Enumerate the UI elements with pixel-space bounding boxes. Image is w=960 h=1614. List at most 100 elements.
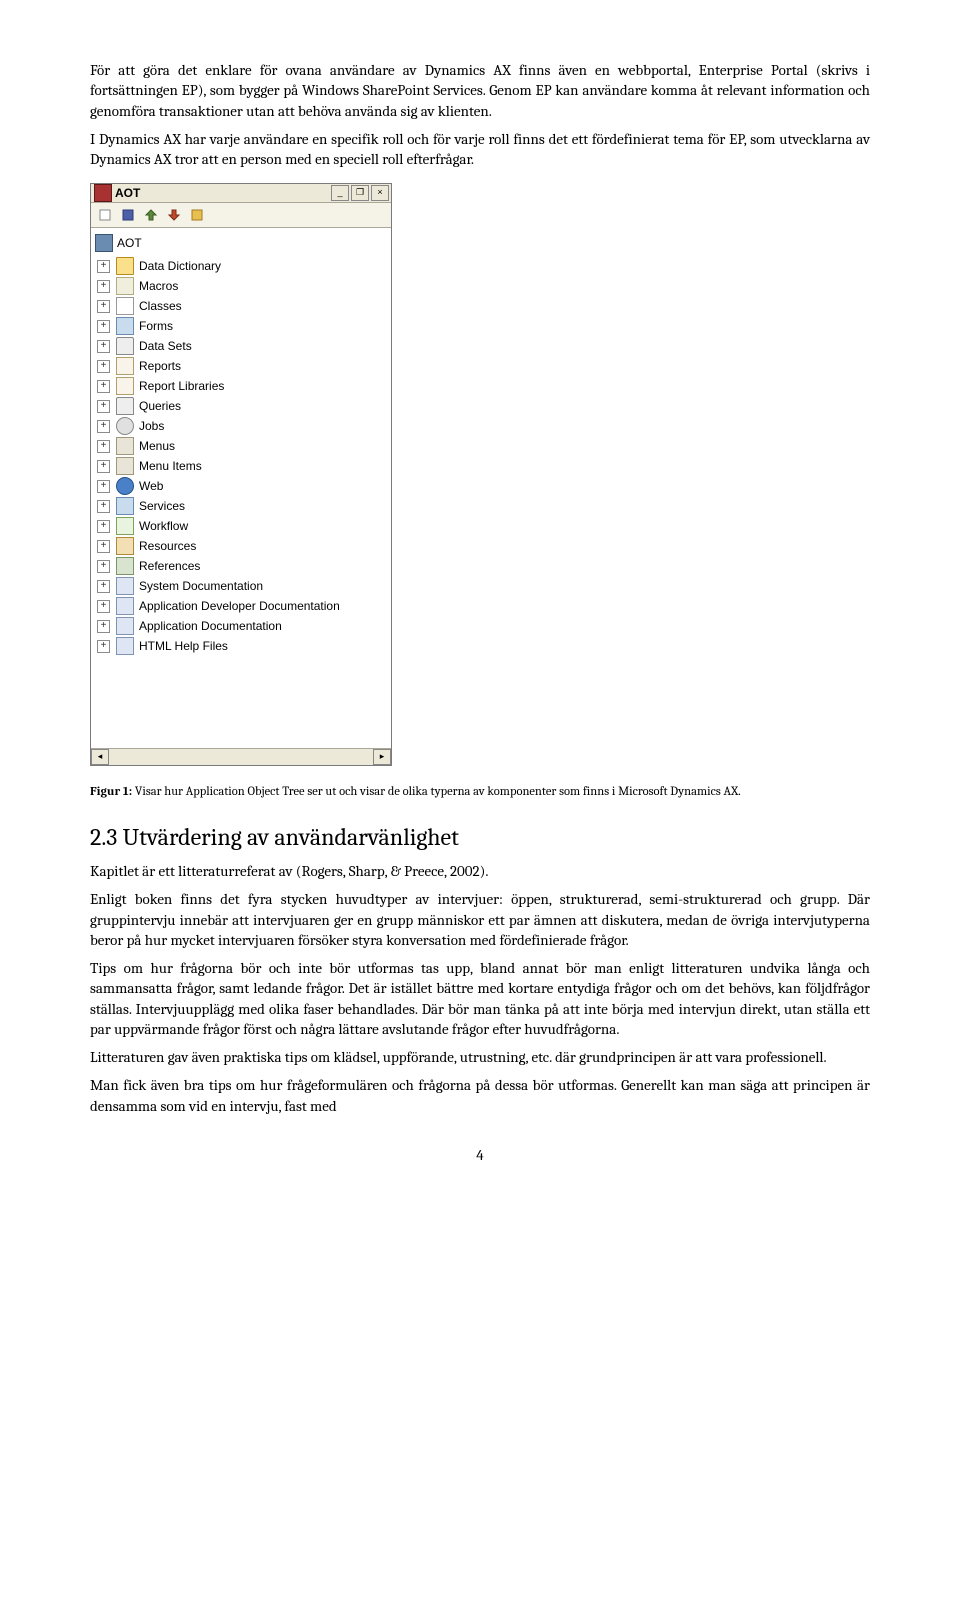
toolbar-import-icon[interactable] <box>141 206 161 224</box>
menu-icon <box>116 457 134 475</box>
horizontal-scrollbar[interactable]: ◂ ▸ <box>91 748 391 765</box>
section-heading: 2.3 Utvärdering av användarvänlighet <box>90 823 870 851</box>
paragraph-4: Enligt boken finns det fyra stycken huvu… <box>90 889 870 950</box>
expand-icon[interactable]: + <box>97 380 110 393</box>
folder-icon <box>116 257 134 275</box>
menu-icon <box>116 437 134 455</box>
figure-caption: Figur 1: Visar hur Application Object Tr… <box>90 784 870 801</box>
tree-root-label: AOT <box>117 236 142 250</box>
toolbar-export-icon[interactable] <box>164 206 184 224</box>
tree-node[interactable]: + References <box>95 556 387 576</box>
expand-icon[interactable]: + <box>97 640 110 653</box>
people-icon <box>116 537 134 555</box>
tree-node-label: Application Developer Documentation <box>139 599 340 613</box>
tree-node[interactable]: + Report Libraries <box>95 376 387 396</box>
tree-node[interactable]: + Forms <box>95 316 387 336</box>
scroll-left-button[interactable]: ◂ <box>91 749 109 765</box>
toolbar-compile-icon[interactable] <box>187 206 207 224</box>
tree-node-label: Report Libraries <box>139 379 224 393</box>
expand-icon[interactable]: + <box>97 460 110 473</box>
db-icon <box>116 337 134 355</box>
tree-node-label: Macros <box>139 279 178 293</box>
tree-node-label: Web <box>139 479 163 493</box>
tree-node[interactable]: + Macros <box>95 276 387 296</box>
restore-button[interactable]: ❐ <box>351 185 369 201</box>
ref-icon <box>116 557 134 575</box>
paragraph-6: Litteraturen gav även praktiska tips om … <box>90 1047 870 1067</box>
tree-node[interactable]: + Application Developer Documentation <box>95 596 387 616</box>
tree-node-label: Reports <box>139 359 181 373</box>
aot-app-icon <box>94 184 112 202</box>
caption-text: Visar hur Application Object Tree ser ut… <box>132 785 741 799</box>
tree-node-label: Jobs <box>139 419 164 433</box>
expand-icon[interactable]: + <box>97 300 110 313</box>
expand-icon[interactable]: + <box>97 360 110 373</box>
expand-icon[interactable]: + <box>97 260 110 273</box>
paragraph-intro-2: I Dynamics AX har varje användare en spe… <box>90 129 870 170</box>
help-icon <box>116 577 134 595</box>
expand-icon[interactable]: + <box>97 560 110 573</box>
tree-node[interactable]: + Web <box>95 476 387 496</box>
expand-icon[interactable]: + <box>97 420 110 433</box>
tree-node[interactable]: + Application Documentation <box>95 616 387 636</box>
close-button[interactable]: × <box>371 185 389 201</box>
tree-node-label: References <box>139 559 200 573</box>
document-page: För att göra det enklare för ovana använ… <box>0 0 960 1204</box>
form-icon <box>116 317 134 335</box>
tree-node-label: Application Documentation <box>139 619 282 633</box>
expand-icon[interactable]: + <box>97 320 110 333</box>
tree-node[interactable]: + HTML Help Files <box>95 636 387 656</box>
aot-title: AOT <box>115 186 140 200</box>
tree-node[interactable]: +Data Sets <box>95 336 387 356</box>
expand-icon[interactable]: + <box>97 440 110 453</box>
toolbar-new-icon[interactable] <box>95 206 115 224</box>
aot-window: AOT _ ❐ × <box>90 183 392 766</box>
expand-icon[interactable]: + <box>97 280 110 293</box>
tree-node-label: Menus <box>139 439 175 453</box>
tree-node-label: Services <box>139 499 185 513</box>
expand-icon[interactable]: + <box>97 400 110 413</box>
tree-node[interactable]: + Data Dictionary <box>95 256 387 276</box>
scroll-right-button[interactable]: ▸ <box>373 749 391 765</box>
expand-icon[interactable]: + <box>97 540 110 553</box>
page-number: 4 <box>90 1146 870 1164</box>
tree-node[interactable]: + Classes <box>95 296 387 316</box>
gear-icon <box>116 417 134 435</box>
minimize-button[interactable]: _ <box>331 185 349 201</box>
tree-node[interactable]: + Jobs <box>95 416 387 436</box>
db-icon <box>116 397 134 415</box>
expand-icon[interactable]: + <box>97 620 110 633</box>
form-icon <box>116 497 134 515</box>
tree-node-label: Resources <box>139 539 196 553</box>
paragraph-7: Man fick även bra tips om hur frågeformu… <box>90 1075 870 1116</box>
tree-node-label: HTML Help Files <box>139 639 228 653</box>
tree-node[interactable]: + Resources <box>95 536 387 556</box>
expand-icon[interactable]: + <box>97 480 110 493</box>
tree-node[interactable]: + Workflow <box>95 516 387 536</box>
tree-node-label: Classes <box>139 299 182 313</box>
expand-icon[interactable]: + <box>97 600 110 613</box>
tree-node-label: Data Dictionary <box>139 259 221 273</box>
tree-root-node[interactable]: AOT <box>95 234 387 252</box>
tree-node[interactable]: +Queries <box>95 396 387 416</box>
tree-node-label: Forms <box>139 319 173 333</box>
expand-icon[interactable]: + <box>97 520 110 533</box>
scroll-icon <box>116 277 134 295</box>
tree-node[interactable]: + Services <box>95 496 387 516</box>
expand-icon[interactable]: + <box>97 500 110 513</box>
aot-toolbar <box>91 203 391 228</box>
tree-node[interactable]: +System Documentation <box>95 576 387 596</box>
tree-node[interactable]: +Menu Items <box>95 456 387 476</box>
help-icon <box>116 617 134 635</box>
expand-icon[interactable]: + <box>97 580 110 593</box>
workflow-icon <box>116 517 134 535</box>
globe-icon <box>116 477 134 495</box>
aot-tree[interactable]: AOT + Data Dictionary + Macros + Classes + Form… <box>91 228 391 748</box>
aot-titlebar: AOT _ ❐ × <box>91 184 391 203</box>
report-icon <box>116 377 134 395</box>
tree-node[interactable]: + Menus <box>95 436 387 456</box>
toolbar-save-icon[interactable] <box>118 206 138 224</box>
tree-node-label: Workflow <box>139 519 188 533</box>
tree-node[interactable]: + Reports <box>95 356 387 376</box>
expand-icon[interactable]: + <box>97 340 110 353</box>
